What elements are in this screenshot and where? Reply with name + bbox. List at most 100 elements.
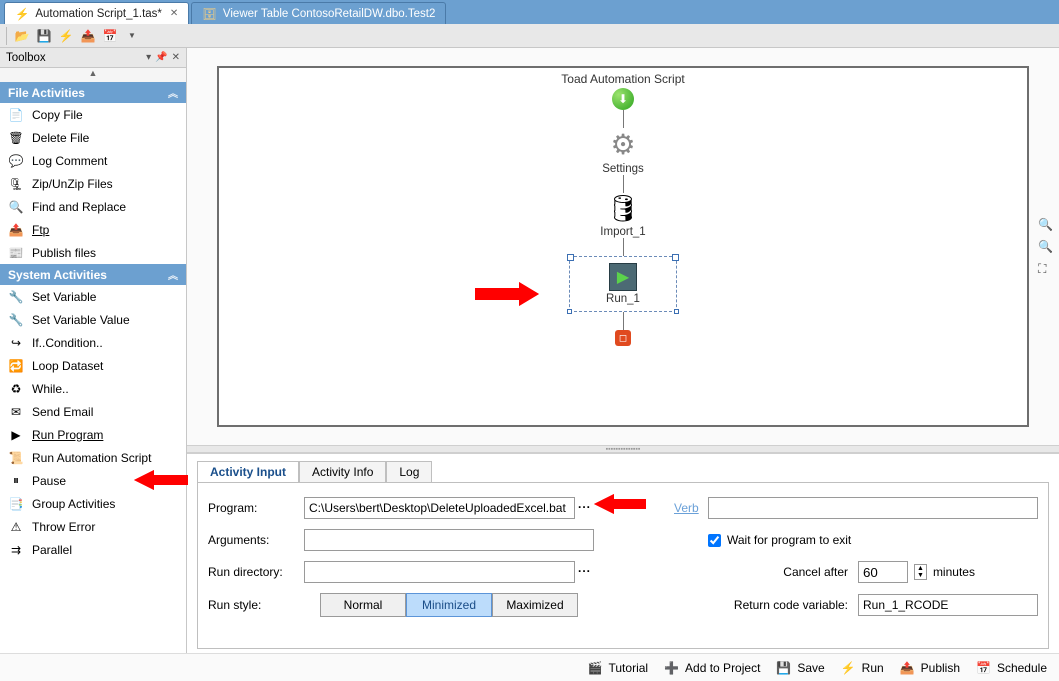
schedule-button[interactable]: 📅 [101, 27, 119, 45]
runstyle-maximized[interactable]: Maximized [492, 593, 578, 617]
toolbox-item-parallel[interactable]: ⇉Parallel [0, 538, 186, 561]
section-file-activities[interactable]: File Activities ︽ [0, 82, 186, 103]
section-system-activities[interactable]: System Activities ︽ [0, 264, 186, 285]
add-to-project-button[interactable]: ➕Add to Project [664, 661, 760, 675]
pin-icon[interactable]: 📌 [155, 52, 167, 63]
copy-icon: 📄 [8, 107, 24, 123]
chevron-up-icon[interactable]: ▲ [915, 565, 926, 572]
tab-log[interactable]: Log [386, 461, 432, 483]
add-icon: ➕ [664, 661, 679, 675]
parallel-icon: ⇉ [8, 542, 24, 558]
toolbox-panel: Toolbox ▾ 📌 ✕ ▲ File Activities ︽ 📄Copy … [0, 48, 187, 653]
publish-button[interactable]: 📤Publish [900, 661, 960, 675]
zoom-icon[interactable]: 🔍 [1038, 239, 1053, 253]
import-node[interactable]: 🛢 Import_1 [600, 193, 645, 238]
publish-button[interactable]: 📤 [79, 27, 97, 45]
gear-icon: ⚙ [610, 128, 635, 161]
zip-icon: 🗜 [8, 176, 24, 192]
film-icon: 🎬 [588, 661, 603, 675]
save-button[interactable]: 💾 [35, 27, 53, 45]
toolbox-item-delete-file[interactable]: 🗑Delete File [0, 126, 186, 149]
toolbox-item-loop-dataset[interactable]: 🔁Loop Dataset [0, 354, 186, 377]
close-icon[interactable]: ✕ [170, 8, 178, 19]
verb-input[interactable] [708, 497, 1038, 519]
pause-icon: ⏸ [8, 473, 24, 489]
toolbox-title: Toolbox [6, 52, 46, 64]
toolbox-item-throw-error[interactable]: ⚠Throw Error [0, 515, 186, 538]
arguments-input[interactable] [304, 529, 594, 551]
workflow-canvas[interactable]: Toad Automation Script ⬇ ⚙ Settings 🛢 Im… [187, 48, 1059, 445]
tab-label: Viewer Table ContosoRetailDW.dbo.Test2 [223, 8, 435, 20]
grip-icon [6, 27, 9, 45]
settings-node[interactable]: ⚙ Settings [602, 128, 644, 175]
script-icon: 📜 [8, 450, 24, 466]
dropdown-icon[interactable]: ▼ [123, 27, 141, 45]
wait-checkbox[interactable] [708, 534, 721, 547]
toolbox-item-run-program[interactable]: ▶Run Program [0, 423, 186, 446]
close-icon[interactable]: ✕ [172, 52, 180, 63]
ftp-icon: 📤 [8, 222, 24, 238]
toolbox-item-copy-file[interactable]: 📄Copy File [0, 103, 186, 126]
expand-icon[interactable]: 🔍 [1038, 217, 1053, 231]
tutorial-button[interactable]: 🎬Tutorial [588, 661, 649, 675]
toolbox-item-send-email[interactable]: ✉Send Email [0, 400, 186, 423]
tab-activity-info[interactable]: Activity Info [299, 461, 386, 483]
schedule-button[interactable]: 📅Schedule [976, 661, 1047, 675]
toolbox-item-set-variable-value[interactable]: 🔧Set Variable Value [0, 308, 186, 331]
rcode-input[interactable] [858, 594, 1038, 616]
horizontal-splitter[interactable]: ▪▪▪▪▪▪▪▪▪▪▪▪▪▪ [187, 445, 1059, 453]
spinner-buttons[interactable]: ▲▼ [914, 564, 927, 580]
toolbox-item-ftp[interactable]: 📤Ftp [0, 218, 186, 241]
start-node[interactable]: ⬇ [612, 88, 634, 110]
toolbox-item-set-variable[interactable]: 🔧Set Variable [0, 285, 186, 308]
browse-button[interactable]: ... [575, 561, 594, 583]
while-icon: ♻ [8, 381, 24, 397]
node-label: Settings [602, 163, 644, 175]
fit-icon[interactable]: ⛶ [1038, 261, 1053, 276]
toolbox-item-while[interactable]: ♻While.. [0, 377, 186, 400]
verb-label: Verb [674, 501, 698, 515]
rundir-input[interactable] [304, 561, 575, 583]
tab-viewer-table[interactable]: 🗄 Viewer Table ContosoRetailDW.dbo.Test2 [191, 2, 446, 24]
rundir-label: Run directory: [208, 565, 294, 579]
toolbox-item-group-activities[interactable]: 📑Group Activities [0, 492, 186, 515]
tab-automation-script[interactable]: ⚡ Automation Script_1.tas* ✕ [4, 2, 189, 24]
comment-icon: 💬 [8, 153, 24, 169]
annotation-arrow-icon [467, 278, 547, 310]
save-button[interactable]: 💾Save [776, 661, 824, 675]
run-button[interactable]: ⚡Run [841, 661, 884, 675]
cancel-after-label: Cancel after [708, 565, 848, 579]
end-node[interactable]: ◻ [615, 330, 631, 346]
arguments-label: Arguments: [208, 533, 294, 547]
run-node-selected[interactable]: ▶ Run_1 [569, 256, 677, 312]
cancel-after-input[interactable] [858, 561, 908, 583]
footer-bar: 🎬Tutorial ➕Add to Project 💾Save ⚡Run 📤Pu… [0, 653, 1059, 681]
canvas-title: Toad Automation Script [219, 68, 1027, 88]
toolbox-header[interactable]: Toolbox ▾ 📌 ✕ [0, 48, 186, 68]
runstyle-normal[interactable]: Normal [320, 593, 406, 617]
chevron-down-icon[interactable]: ▼ [915, 572, 926, 579]
error-icon: ⚠ [8, 519, 24, 535]
save-icon: 💾 [776, 661, 791, 675]
toolbox-item-zip[interactable]: 🗜Zip/UnZip Files [0, 172, 186, 195]
toolbox-item-if-condition[interactable]: ↪If..Condition.. [0, 331, 186, 354]
runstyle-minimized[interactable]: Minimized [406, 593, 492, 617]
tab-activity-input[interactable]: Activity Input [197, 461, 299, 483]
minutes-label: minutes [933, 565, 975, 579]
search-icon: 🔍 [8, 199, 24, 215]
chevron-up-icon: ︽ [168, 85, 178, 100]
toolbox-item-find-replace[interactable]: 🔍Find and Replace [0, 195, 186, 218]
loop-icon: 🔁 [8, 358, 24, 374]
annotation-arrow-icon [124, 466, 194, 494]
rcode-label: Return code variable: [708, 598, 848, 612]
toolbox-item-publish-files[interactable]: 📰Publish files [0, 241, 186, 264]
dropdown-icon[interactable]: ▾ [146, 52, 151, 63]
document-tabs: ⚡ Automation Script_1.tas* ✕ 🗄 Viewer Ta… [0, 0, 1059, 24]
program-input[interactable] [304, 497, 575, 519]
scroll-up-icon[interactable]: ▲ [0, 68, 186, 82]
open-button[interactable]: 📂 [13, 27, 31, 45]
delete-icon: 🗑 [8, 130, 24, 146]
run-button[interactable]: ⚡ [57, 27, 75, 45]
database-icon: 🛢 [606, 193, 639, 224]
toolbox-item-log-comment[interactable]: 💬Log Comment [0, 149, 186, 172]
